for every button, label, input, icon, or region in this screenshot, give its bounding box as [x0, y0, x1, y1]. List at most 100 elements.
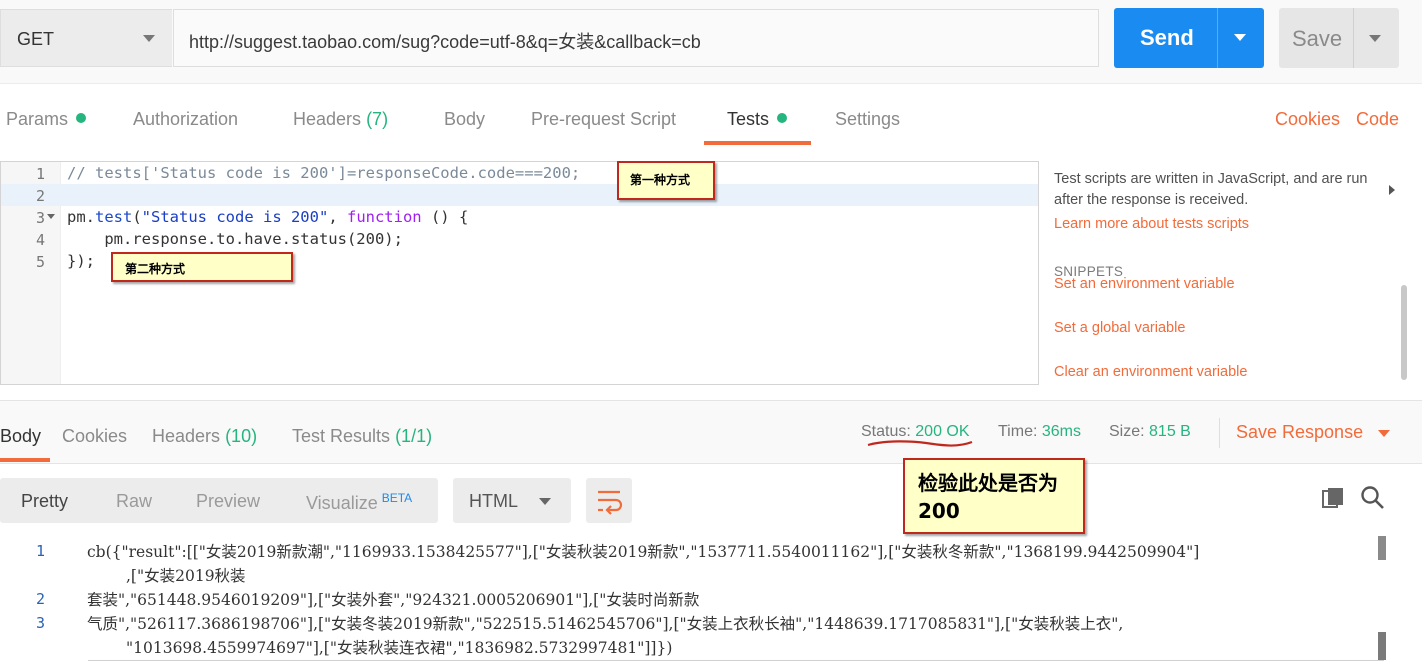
mode-raw[interactable]: Raw — [116, 491, 152, 512]
save-options-chevron-icon[interactable] — [1369, 35, 1381, 42]
response-tab-test-results-label: Test Results — [292, 426, 391, 446]
fold-toggle-icon[interactable] — [47, 214, 55, 219]
save-response-chevron-icon[interactable] — [1378, 430, 1390, 437]
response-tab-headers-count: (10) — [225, 426, 258, 446]
code-line-3: pm.test("Status code is 200", function (… — [67, 208, 468, 226]
time-value: 36ms — [1041, 423, 1081, 440]
beta-badge: BETA — [381, 491, 413, 505]
send-button[interactable]: Send — [1114, 8, 1264, 68]
response-tab-test-results[interactable]: Test Results (1/1) — [292, 426, 432, 447]
tab-authorization[interactable]: Authorization — [133, 109, 238, 130]
response-line-number: 3 — [36, 614, 46, 632]
url-text: http://suggest.taobao.com/sug?code=utf-8… — [189, 32, 701, 52]
tab-headers-count: (7) — [366, 109, 389, 129]
chevron-down-icon — [143, 35, 155, 42]
response-tab-cookies[interactable]: Cookies — [62, 426, 127, 447]
code-line-5: }); — [67, 252, 95, 270]
response-tab-headers[interactable]: Headers (10) — [152, 426, 257, 447]
tab-pre-request-label: Pre-request Script — [531, 109, 677, 129]
mode-visualize[interactable]: Visualize BETA — [306, 491, 412, 514]
snippet-set-global-var[interactable]: Set a global variable — [1054, 320, 1185, 336]
format-select[interactable]: HTML — [453, 478, 571, 523]
meta-divider — [1219, 418, 1220, 448]
code-link[interactable]: Code — [1356, 109, 1399, 130]
tab-pre-request-script[interactable]: Pre-request Script — [531, 109, 676, 130]
code-token: pm. — [67, 208, 95, 226]
method-select[interactable]: GET — [0, 9, 172, 67]
mode-preview[interactable]: Preview — [196, 491, 260, 512]
status-underline-mark — [867, 440, 973, 447]
response-tab-test-results-count: (1/1) — [395, 426, 433, 446]
response-code-row: 气质","526117.3686198706"],["女装冬装2019新款","… — [87, 615, 1124, 633]
code-token: , — [328, 208, 347, 226]
line-number: 1 — [35, 165, 45, 183]
wrap-lines-icon — [598, 490, 623, 515]
tab-settings[interactable]: Settings — [835, 109, 900, 130]
line-number: 5 — [35, 253, 45, 271]
send-label: Send — [1140, 25, 1194, 50]
callout-method-one: 第一种方式 — [617, 161, 715, 200]
response-tab-body[interactable]: Body — [0, 426, 41, 447]
send-divider — [1217, 8, 1218, 68]
tab-tests[interactable]: Tests — [727, 109, 788, 130]
code-comment: // tests['Status code is 200']=responseC… — [67, 164, 581, 182]
code-token: () { — [421, 208, 469, 226]
tab-params-label: Params — [6, 109, 69, 129]
active-tab-underline — [704, 141, 811, 145]
chevron-down-icon — [539, 498, 551, 505]
code-token: ( — [132, 208, 142, 226]
send-options-chevron-icon[interactable] — [1234, 34, 1246, 41]
active-line-highlight — [1, 184, 1038, 206]
response-time: Time: 36ms — [998, 423, 1081, 441]
response-tab-body-label: Body — [0, 426, 42, 446]
tab-tests-label: Tests — [727, 109, 770, 129]
collapse-panel-icon[interactable] — [1389, 185, 1395, 195]
response-code-row: 套装","651448.9546019209"],["女装外套","924321… — [87, 591, 700, 609]
format-label: HTML — [469, 491, 518, 511]
copy-icon[interactable] — [1321, 486, 1345, 510]
response-line-number: 1 — [36, 542, 46, 560]
code-token: }); — [67, 252, 95, 270]
url-input[interactable]: http://suggest.taobao.com/sug?code=utf-8… — [173, 9, 1099, 67]
learn-more-link[interactable]: Learn more about tests scripts — [1054, 216, 1249, 232]
code-line-1: // tests['Status code is 200']=responseC… — [67, 164, 580, 182]
code-token: "Status code is 200" — [141, 208, 329, 226]
response-scrollbar-bottom[interactable] — [1378, 632, 1386, 660]
wrap-lines-button[interactable] — [586, 478, 632, 523]
snippets-scrollbar[interactable] — [1401, 285, 1407, 380]
save-button[interactable]: Save — [1279, 8, 1399, 68]
response-size: Size: 815 B — [1109, 423, 1191, 441]
response-tab-cookies-label: Cookies — [62, 426, 128, 446]
mode-visualize-label: Visualize — [306, 493, 378, 513]
tab-body-label: Body — [444, 109, 486, 129]
response-code-row: "1013698.4559974697"],["女装秋装连衣裙","183698… — [126, 639, 673, 657]
tab-authorization-label: Authorization — [133, 109, 239, 129]
callout-status-note: 检验此处是否为200 — [903, 458, 1085, 534]
tests-description: Test scripts are written in JavaScript, … — [1054, 171, 1368, 208]
response-scrollbar[interactable] — [1378, 536, 1386, 560]
snippet-set-env-var[interactable]: Set an environment variable — [1054, 276, 1235, 292]
tab-params[interactable]: Params — [6, 109, 87, 130]
tab-params-dot — [76, 113, 87, 123]
snippet-clear-env-var[interactable]: Clear an environment variable — [1054, 364, 1247, 380]
response-code-row: ,["女装2019秋装 — [126, 567, 246, 585]
line-number: 3 — [35, 209, 45, 227]
code-token: function — [346, 208, 422, 226]
response-tab-headers-label: Headers — [152, 426, 221, 446]
code-token: test — [95, 208, 133, 226]
tab-body[interactable]: Body — [444, 109, 485, 130]
tab-tests-dot — [777, 113, 788, 123]
tab-headers-label: Headers — [293, 109, 362, 129]
line-number: 2 — [35, 187, 45, 205]
code-line-4: pm.response.to.have.status(200); — [67, 230, 403, 248]
mode-pretty[interactable]: Pretty — [21, 491, 68, 512]
active-response-tab-underline — [0, 458, 50, 462]
tab-headers[interactable]: Headers (7) — [293, 109, 388, 130]
tab-settings-label: Settings — [835, 109, 901, 129]
response-bottom-border — [88, 660, 1384, 661]
code-token: pm.response.to.have.status(200); — [67, 230, 403, 248]
size-value: 815 B — [1149, 423, 1191, 440]
save-response-button[interactable]: Save Response — [1236, 422, 1363, 443]
search-icon[interactable] — [1359, 484, 1387, 512]
cookies-link[interactable]: Cookies — [1275, 109, 1340, 130]
